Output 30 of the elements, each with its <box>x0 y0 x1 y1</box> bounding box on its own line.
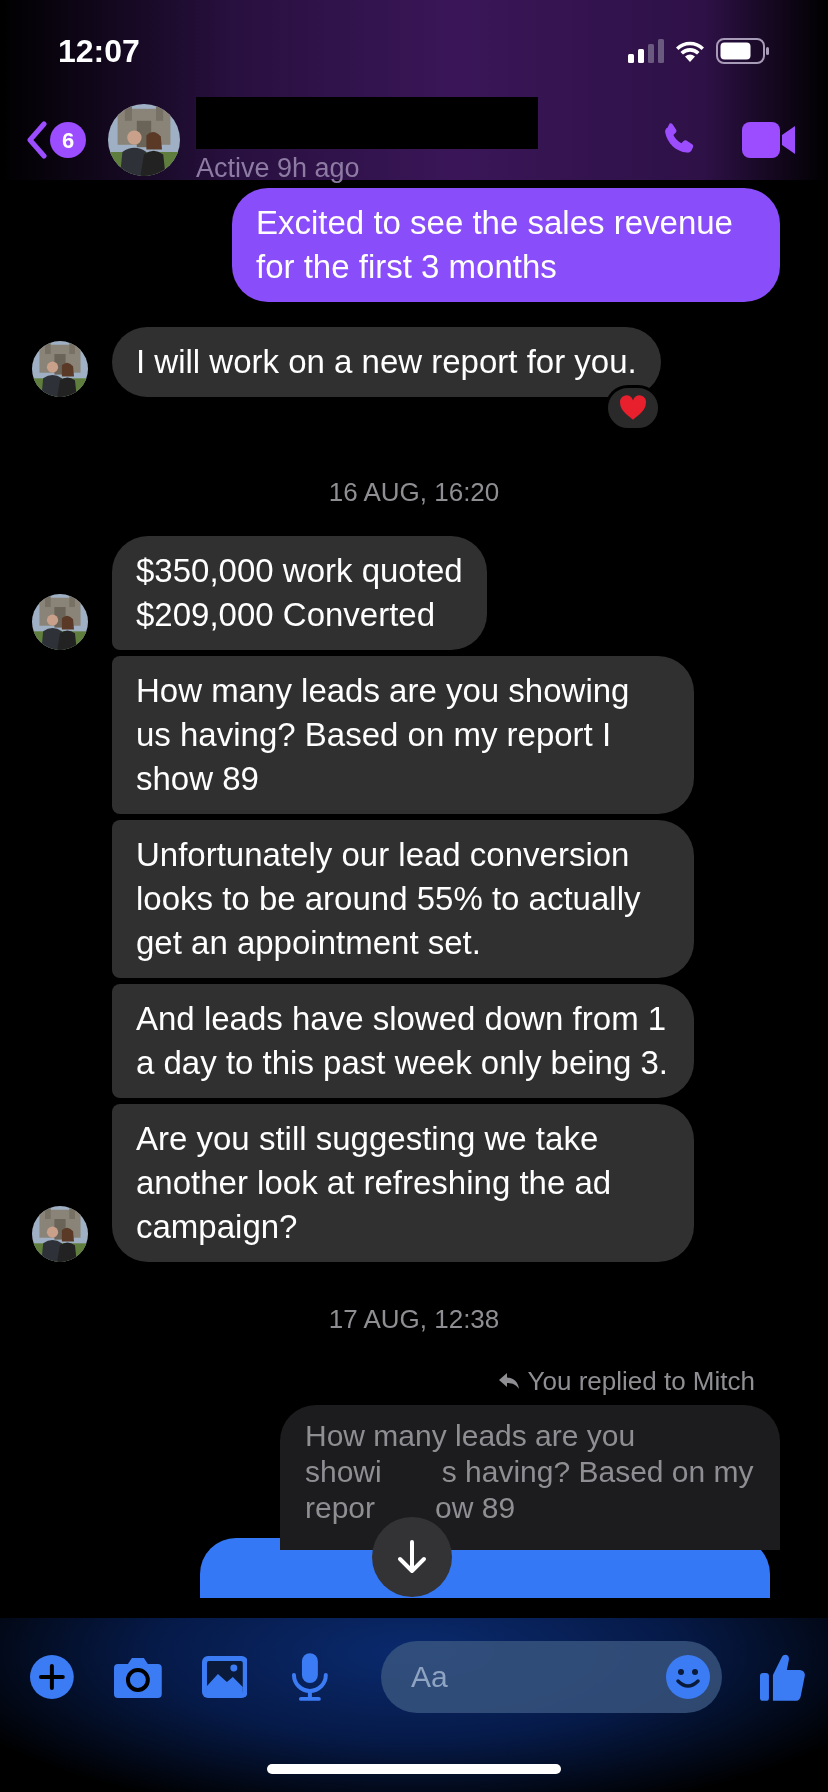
down-arrow-icon <box>396 1539 428 1575</box>
message-field[interactable]: Aa <box>381 1641 723 1713</box>
received-message: Unfortunately our lead conversion looks to be around 55% to actually get an appointment set. <box>112 820 694 978</box>
heart-icon <box>618 395 647 421</box>
received-message: Are you still suggesting we take another look at refreshing the ad campaign? <box>112 1104 694 1262</box>
quoted-message: How many leads are you showi s having? Based on my repor ow 89 <box>280 1405 780 1550</box>
battery-icon <box>716 38 770 64</box>
received-message: $350,000 work quoted $209,000 Converted <box>112 536 487 650</box>
status-time: 12:07 <box>58 32 140 71</box>
date-separator: 16 AUG, 16:20 <box>328 479 500 505</box>
back-button[interactable]: 6 <box>26 121 86 159</box>
received-message: How many leads are you showing us having? Based on my report I show 89 <box>112 656 694 814</box>
video-call-icon[interactable] <box>742 120 796 160</box>
received-message: And leads have slowed down from 1 a day to this past week only being 3. <box>112 984 694 1098</box>
unread-badge: 6 <box>50 122 86 158</box>
date-separator: 17 AUG, 12:38 <box>328 1306 500 1332</box>
wifi-icon <box>674 39 706 63</box>
thumbs-up-icon[interactable] <box>760 1653 806 1701</box>
reply-icon <box>497 1372 520 1390</box>
add-icon[interactable] <box>30 1655 74 1699</box>
back-icon <box>26 121 48 159</box>
camera-icon[interactable] <box>113 1656 162 1698</box>
microphone-icon[interactable] <box>291 1653 330 1701</box>
image-icon[interactable] <box>201 1656 248 1698</box>
active-status: Active 9h ago <box>196 153 361 183</box>
signal-icon <box>628 39 664 63</box>
reply-label: You replied to Mitch <box>527 1367 755 1395</box>
received-message: I will work on a new report for you. <box>112 327 661 397</box>
sent-message: Excited to see the sales revenue for the first 3 months <box>232 188 780 302</box>
emoji-icon[interactable] <box>666 1655 711 1699</box>
